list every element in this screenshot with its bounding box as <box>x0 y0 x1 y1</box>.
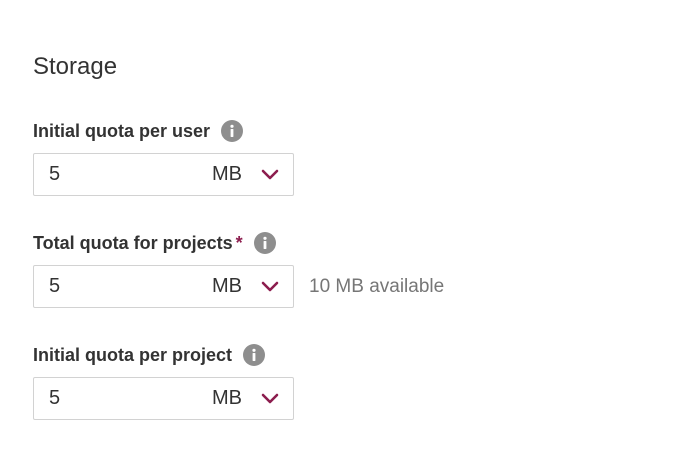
quota-input-initial-per-project[interactable]: 5 MB <box>33 377 294 420</box>
field-label-row: Total quota for projects * <box>33 231 444 255</box>
unit-select[interactable]: MB <box>193 378 293 419</box>
unit-select[interactable]: MB <box>193 266 293 307</box>
field-label: Initial quota per project <box>33 344 233 365</box>
field-initial-quota-per-project: Initial quota per project 5 MB <box>33 343 294 420</box>
unit-label: MB <box>212 275 242 297</box>
quota-value[interactable]: 5 <box>49 154 60 195</box>
field-label-row: Initial quota per project <box>33 343 294 367</box>
chevron-down-icon[interactable] <box>260 280 280 294</box>
field-label: Initial quota per user <box>33 120 211 141</box>
chevron-down-icon[interactable] <box>260 168 280 182</box>
unit-select[interactable]: MB <box>193 154 293 195</box>
input-row: 5 MB 10 MB available <box>33 265 444 308</box>
required-marker: * <box>235 232 243 253</box>
section-title: Storage <box>33 53 118 80</box>
input-row: 5 MB <box>33 377 294 420</box>
quota-input-total-projects[interactable]: 5 MB <box>33 265 294 308</box>
unit-label: MB <box>212 163 242 185</box>
input-row: 5 MB <box>33 153 294 196</box>
info-icon[interactable] <box>243 344 266 366</box>
info-icon[interactable] <box>221 120 244 142</box>
field-initial-quota-per-user: Initial quota per user 5 MB <box>33 119 294 196</box>
info-icon[interactable] <box>253 232 276 254</box>
quota-value[interactable]: 5 <box>49 378 60 419</box>
quota-input-initial-per-user[interactable]: 5 MB <box>33 153 294 196</box>
unit-label: MB <box>212 387 242 409</box>
chevron-down-icon[interactable] <box>260 392 280 406</box>
available-quota-text: 10 MB available <box>309 275 445 297</box>
field-label: Total quota for projects <box>33 232 233 253</box>
field-label-row: Initial quota per user <box>33 119 294 143</box>
quota-value[interactable]: 5 <box>49 266 60 307</box>
field-total-quota-for-projects: Total quota for projects * 5 MB 10 MB av… <box>33 231 444 308</box>
